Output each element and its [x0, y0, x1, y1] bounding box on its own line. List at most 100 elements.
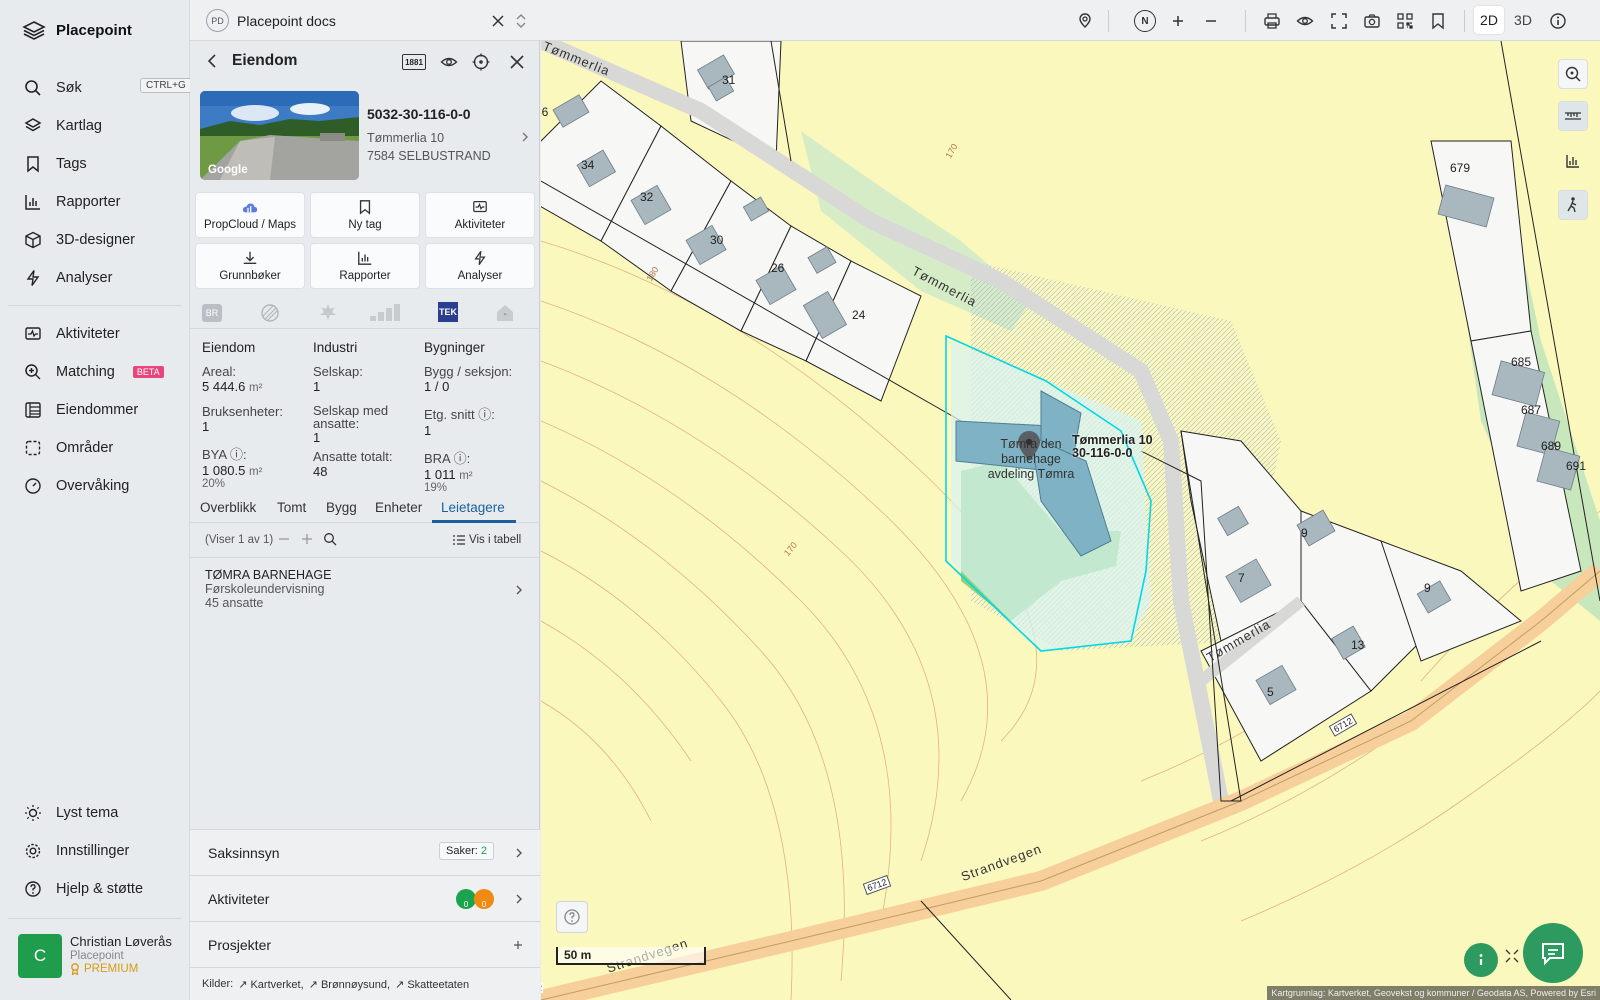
activity-count-green: 0 — [456, 889, 476, 909]
nav-item-eiendommer[interactable]: Eiendommer — [24, 398, 174, 422]
watch-button[interactable] — [440, 53, 458, 71]
locate-button[interactable] — [472, 53, 490, 71]
qr-code-button[interactable] — [1395, 11, 1415, 31]
nature-indicator[interactable] — [318, 302, 338, 322]
nav-item-analyser[interactable]: Analyser — [24, 266, 174, 290]
map-info-button[interactable] — [1464, 943, 1498, 977]
propcloud-button[interactable]: PropCloud / Maps — [195, 192, 305, 238]
tab-enheter[interactable]: Enheter — [375, 500, 422, 515]
nav-item-tags[interactable]: Tags — [24, 152, 174, 176]
reports-button[interactable]: Rapporter — [310, 243, 420, 289]
tek-indicator[interactable]: TEK — [438, 302, 458, 322]
print-button[interactable] — [1262, 11, 1282, 31]
brand[interactable]: Placepoint — [22, 20, 132, 40]
bookmark-icon — [1432, 13, 1444, 30]
eye-icon — [440, 57, 458, 67]
walk-time-button[interactable] — [1558, 190, 1588, 220]
tab-leietagere[interactable]: Leietagere — [441, 500, 505, 515]
nav-item-kartlag[interactable]: Kartlag — [24, 114, 174, 138]
stat-percent: 20% — [202, 478, 226, 490]
nav-item-matching[interactable]: Matching BETA — [24, 360, 174, 384]
main-navigation: Placepoint Søk CTRL+G Kartlag Tags Rappo… — [0, 0, 192, 1000]
analyses-button[interactable]: Analyser — [425, 243, 535, 289]
measure-distance-button[interactable] — [1558, 101, 1588, 131]
source-link[interactable]: ↗ Kartverket, — [238, 978, 303, 991]
list-search-button[interactable] — [323, 532, 337, 546]
visibility-button[interactable] — [1295, 11, 1315, 31]
saker-count: 2 — [480, 845, 487, 857]
lightning-icon — [474, 250, 486, 266]
aktiviteter-section[interactable]: Aktiviteter 0 0 — [190, 875, 540, 921]
nav-item-lyst-tema[interactable]: Lyst tema — [24, 801, 174, 825]
tab-overblikk[interactable]: Overblikk — [200, 500, 256, 515]
activities-button[interactable]: Aktiviteter — [425, 192, 535, 238]
measure-area-button[interactable] — [1558, 59, 1588, 89]
brand-name: Placepoint — [56, 21, 132, 39]
user-profile[interactable]: C Christian Løverås Placepoint PREMIUM — [18, 934, 172, 978]
zoom-out-button[interactable] — [1201, 11, 1221, 31]
environment-indicator[interactable] — [260, 303, 280, 323]
close-panel-button[interactable] — [508, 53, 526, 71]
property-details-link[interactable] — [520, 131, 530, 143]
draw-tool-button[interactable] — [1075, 11, 1095, 31]
house-number: 24 — [852, 308, 866, 322]
br-indicator[interactable]: BR — [202, 304, 222, 322]
expand-button[interactable] — [300, 532, 314, 546]
zoom-in-button[interactable] — [1168, 11, 1188, 31]
nav-item-innstillinger[interactable]: Innstillinger — [24, 839, 174, 863]
nav-item-3d-designer[interactable]: 3D-designer — [24, 228, 174, 252]
view-table-button[interactable]: Vis i tabell — [453, 534, 521, 546]
street-view-thumbnail[interactable]: Google — [200, 91, 359, 180]
map-canvas[interactable]: Tømmerlia Tømmerlia Tømmerlia Strandvege… — [541, 41, 1600, 1000]
chevron-right-icon — [516, 848, 522, 858]
resize-handle[interactable] — [1505, 949, 1519, 968]
tenant-list-item[interactable]: TØMRA BARNEHAGE Førskoleundervisning 45 … — [205, 568, 530, 614]
back-button[interactable] — [204, 52, 220, 70]
saksinnsyn-section[interactable]: Saksinnsyn Saker: 2 — [190, 829, 540, 875]
ruler-icon — [1565, 112, 1581, 120]
nav-item-rapporter[interactable]: Rapporter — [24, 190, 174, 214]
tab-tomt[interactable]: Tomt — [277, 500, 306, 515]
nav-item-omrader[interactable]: Områder — [24, 436, 174, 460]
bookmark-button[interactable] — [1428, 11, 1448, 31]
prosjekter-section[interactable]: Prosjekter — [190, 921, 540, 967]
source-link[interactable]: ↗ Brønnøysund, — [309, 978, 390, 991]
clear-workspace-button[interactable] — [488, 11, 508, 31]
screenshot-button[interactable] — [1362, 11, 1382, 31]
workspace-selector[interactable]: PD Placepoint docs — [206, 9, 336, 32]
chevron-right-icon — [516, 585, 522, 595]
grunnboker-button[interactable]: Grunnbøker — [195, 243, 305, 289]
nav-label: Hjelp & støtte — [56, 881, 144, 897]
property-id: 5032-30-116-0-0 — [367, 106, 471, 122]
compass-button[interactable]: N — [1134, 10, 1156, 32]
workspace-dropdown[interactable] — [511, 11, 531, 31]
new-tag-button[interactable]: Ny tag — [310, 192, 420, 238]
stat-value: 1 — [313, 379, 321, 394]
fullscreen-button[interactable] — [1329, 11, 1349, 31]
info-button[interactable] — [1548, 11, 1568, 31]
tab-bygg[interactable]: Bygg — [326, 500, 357, 515]
bookmark-icon — [359, 200, 371, 215]
nav-item-aktiviteter[interactable]: Aktiviteter — [24, 322, 174, 346]
collapse-button[interactable] — [277, 532, 291, 546]
map-help-button[interactable] — [556, 901, 588, 933]
chat-button[interactable] — [1523, 923, 1583, 983]
nav-item-overvaking[interactable]: Overvåking — [24, 474, 174, 498]
stats-eiendom: Eiendom Areal: 5 444.6 m² Bruksenheter: … — [202, 340, 310, 490]
mode-2d-button[interactable]: 2D — [1474, 6, 1504, 34]
nav-item-search[interactable]: Søk CTRL+G — [24, 76, 192, 100]
button-1881[interactable]: 1881 — [402, 54, 426, 70]
nav-item-hjelp[interactable]: Hjelp & støtte — [24, 877, 174, 901]
scale-label: 50 m — [564, 948, 592, 962]
mode-3d-button[interactable]: 3D — [1508, 6, 1538, 34]
house-indicator[interactable]: - — [495, 303, 515, 322]
camera-icon — [1364, 14, 1380, 28]
source-link[interactable]: ↗ Skatteetaten — [395, 978, 469, 991]
source-link-text: Skatteetaten — [407, 978, 470, 991]
house-number: 9 — [1301, 526, 1308, 540]
property-address: Tømmerlia 10 — [367, 131, 445, 145]
chevron-up-down-icon — [516, 14, 526, 28]
elevation-profile-button[interactable] — [1558, 146, 1588, 176]
medal-icon — [71, 963, 79, 975]
energy-indicator[interactable] — [370, 302, 400, 322]
